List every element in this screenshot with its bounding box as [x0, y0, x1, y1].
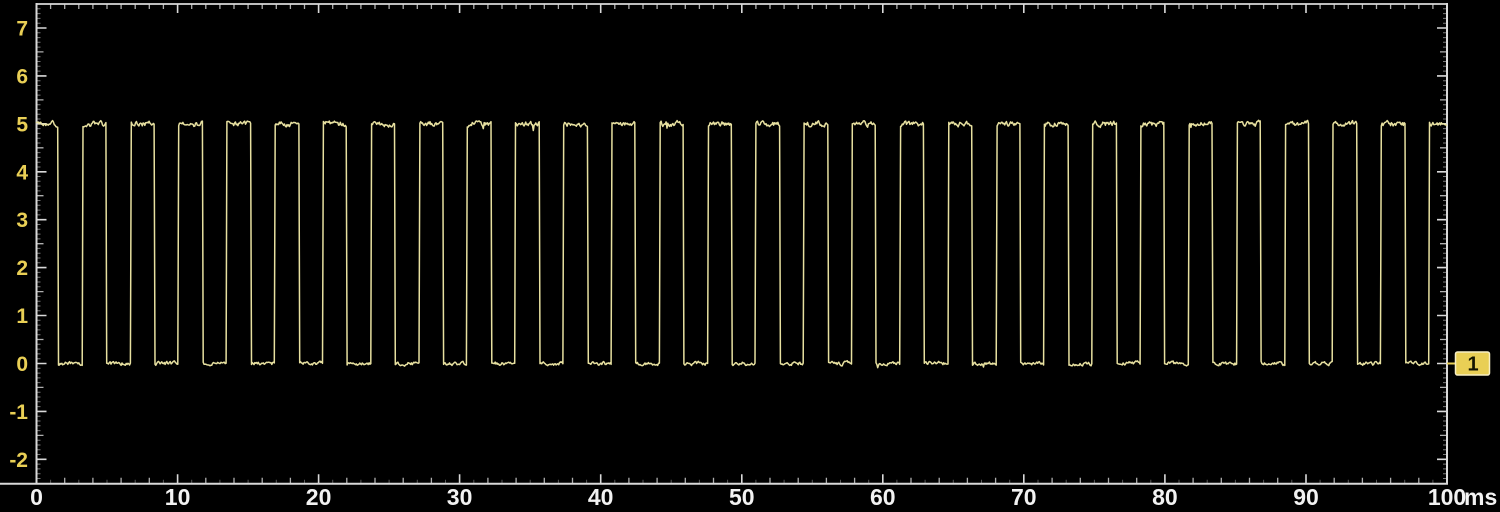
y-tick-label: 6: [16, 65, 28, 88]
y-tick-label: 5: [16, 113, 28, 136]
channel-1-trace: [37, 120, 1447, 367]
y-tick-label: 1: [16, 305, 28, 328]
axis-ticks: [37, 4, 1448, 483]
x-tick-label: 40: [588, 484, 614, 510]
x-tick-label: 10: [165, 484, 191, 510]
x-tick-label: 30: [447, 484, 473, 510]
y-tick-label: -2: [9, 449, 28, 472]
plot-frame: [0, 3, 1448, 484]
y-tick-label: -1: [9, 401, 28, 424]
channel-1-marker[interactable]: 1: [1447, 352, 1490, 376]
x-tick-label: 60: [870, 484, 896, 510]
x-tick-label: 50: [729, 484, 755, 510]
x-tick-label: 90: [1293, 484, 1319, 510]
y-tick-label: 2: [16, 257, 28, 280]
x-tick-label: 0: [30, 484, 43, 510]
x-axis-labels: 0 10 20 30 40 50 60 70 80 90 100: [30, 484, 1466, 510]
x-tick-label: 100: [1428, 484, 1466, 510]
x-tick-label: 20: [306, 484, 332, 510]
y-axis-labels: 7 6 5 4 3 2 1 0 -1 -2: [9, 18, 28, 472]
y-tick-label: 4: [16, 161, 28, 184]
y-tick-label: 0: [16, 353, 28, 376]
x-axis-unit-label: ms: [1464, 484, 1497, 510]
waveform-plot: 76543210-1-2 0102030405060708090100 ms 1: [0, 0, 1500, 512]
x-tick-label: 70: [1011, 484, 1037, 510]
y-tick-label: 3: [16, 209, 28, 232]
square-wave-trace: [37, 120, 1447, 367]
oscilloscope-display: 76543210-1-2 0102030405060708090100 ms 1: [0, 0, 1500, 512]
y-tick-label: 7: [16, 18, 28, 41]
channel-marker-label: 1: [1467, 354, 1478, 376]
x-tick-label: 80: [1152, 484, 1178, 510]
